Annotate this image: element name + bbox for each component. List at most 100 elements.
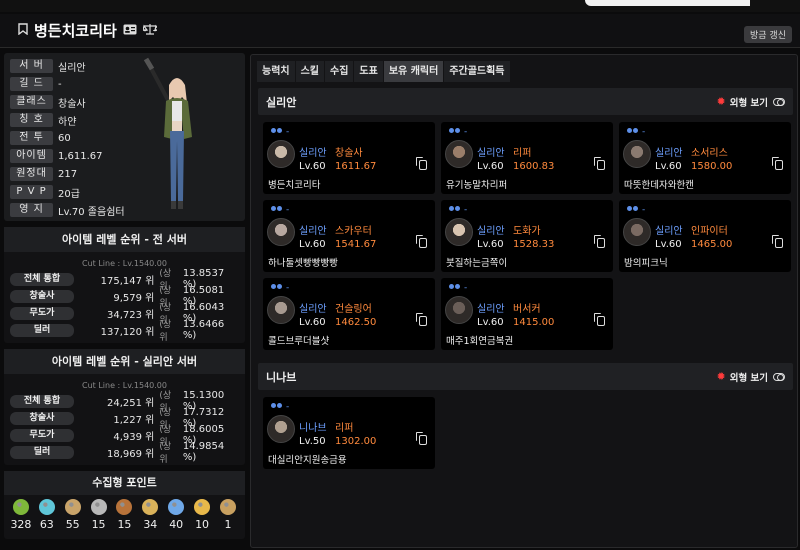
collect-item[interactable]: 63 <box>35 499 59 531</box>
character-card[interactable]: - 실리안 창술사 Lv.60 1611.67 병든치코리타 <box>263 122 435 194</box>
collect-title: 수집형 포인트 <box>4 471 245 495</box>
collect-item[interactable]: 15 <box>112 499 136 531</box>
tab-5[interactable]: 주간골드획득 <box>444 61 510 82</box>
collect-item[interactable]: 15 <box>87 499 111 531</box>
copy-icon[interactable] <box>594 157 605 170</box>
copy-icon[interactable] <box>416 235 427 248</box>
top-strip <box>0 0 800 12</box>
card-item-level: 1528.33 <box>513 239 555 250</box>
orchestra-icon <box>219 499 236 515</box>
collectible-points: 수집형 포인트 328 63 55 15 15 34 40 10 1 <box>4 471 245 539</box>
card-level: Lv.50 <box>299 436 326 447</box>
id-card-icon[interactable] <box>123 24 137 38</box>
collect-item[interactable]: 55 <box>61 499 85 531</box>
character-card[interactable]: - 실리안 스카우터 Lv.60 1541.67 하나둘셋빵빵빵빵 <box>263 200 435 272</box>
copy-icon[interactable] <box>416 157 427 170</box>
copy-icon[interactable] <box>594 235 605 248</box>
character-card[interactable]: - 실리안 소서리스 Lv.60 1580.00 따뜻한데자와한캔 <box>619 122 791 194</box>
card-item-level: 1302.00 <box>335 436 377 447</box>
card-server: 실리안 <box>477 148 505 159</box>
card-item-level: 1600.83 <box>513 161 555 172</box>
card-level: Lv.60 <box>477 317 504 328</box>
appearance-toggle[interactable]: ✹ 외형 보기 <box>717 95 785 109</box>
rank-all-cutline: Cut Line : Lv.1540.00 <box>82 259 167 268</box>
guild-info: - <box>271 205 289 215</box>
bookmark-icon[interactable] <box>18 23 28 38</box>
left-panel: 서 버 실리안 길 드- 클래스 창술사 칭 호 하얀 전 투 60 아이템 1,611.… <box>4 53 245 539</box>
profile-row-combat: 전 투 60 <box>10 131 71 145</box>
character-card[interactable]: - 실리안 리퍼 Lv.60 1600.83 유기농말차리퍼 <box>441 122 613 194</box>
guild-name: - <box>286 127 290 137</box>
copy-icon[interactable] <box>772 157 783 170</box>
profile-row-item-level: 아이템 1,611.67 <box>10 149 103 163</box>
guild-name: - <box>464 283 468 293</box>
card-server: 실리안 <box>477 226 505 237</box>
world-tree-leaf-icon <box>168 499 185 515</box>
guild-name: - <box>286 283 290 293</box>
card-level: Lv.60 <box>299 239 326 250</box>
card-class: 버서커 <box>513 304 541 315</box>
section-ninav: 니나브 ✹ 외형 보기 - 니나브 리퍼 Lv.50 1302.00 대실리안지원송금용 <box>258 363 793 469</box>
character-card[interactable]: - 실리안 도화가 Lv.60 1528.33 붓질하는금쪽이 <box>441 200 613 272</box>
guild-icon <box>271 403 283 411</box>
sun-icon: ✹ <box>716 370 726 383</box>
collect-item[interactable]: 1 <box>216 499 240 531</box>
card-class: 소서리스 <box>691 148 728 159</box>
toggle-icon[interactable] <box>773 97 785 106</box>
copy-icon[interactable] <box>594 313 605 326</box>
collect-value: 40 <box>169 518 184 531</box>
character-card[interactable]: - 실리안 버서커 Lv.60 1415.00 매주1회연금복권 <box>441 278 613 350</box>
tab-3[interactable]: 도표 <box>354 61 383 82</box>
guild-name: - <box>286 205 290 215</box>
copy-icon[interactable] <box>416 432 427 445</box>
toggle-icon[interactable] <box>773 372 785 381</box>
card-character-name: 콜드브루더블샷 <box>268 336 330 347</box>
avatar <box>623 218 651 246</box>
character-card[interactable]: - 실리안 인파이터 Lv.60 1465.00 밤의피크닉 <box>619 200 791 272</box>
card-character-name: 매주1회연금복권 <box>446 336 514 347</box>
refresh-button[interactable]: 방금 갱신 <box>744 26 792 43</box>
tab-4[interactable]: 보유 캐릭터 <box>383 61 444 82</box>
card-level: Lv.60 <box>655 239 682 250</box>
mokoko-seed-icon <box>12 499 29 515</box>
scale-icon[interactable] <box>142 23 161 38</box>
character-card[interactable]: - 실리안 건슬링어 Lv.60 1462.50 콜드브루더블샷 <box>263 278 435 350</box>
card-item-level: 1462.50 <box>335 317 377 328</box>
avatar <box>267 296 295 324</box>
collect-item[interactable]: 40 <box>164 499 188 531</box>
rank-server: 아이템 레벨 순위 - 실리안 서버 Cut Line : Lv.1540.00… <box>4 349 245 465</box>
giant-heart-icon <box>90 499 107 515</box>
card-class: 인파이터 <box>691 226 728 237</box>
character-header: 병든치코리타 방금 갱신 <box>0 14 800 48</box>
collect-item[interactable]: 10 <box>190 499 214 531</box>
avatar <box>623 140 651 168</box>
card-class: 창술사 <box>335 148 363 159</box>
card-character-name: 붓질하는금쪽이 <box>446 258 508 269</box>
section-silian: 실리안 ✹ 외형 보기 - 실리안 창술사 Lv.60 1611.67 병든치코리타 - 실리안 리퍼… <box>258 88 793 350</box>
guild-info: - <box>449 127 467 137</box>
top-banner <box>585 0 750 6</box>
guild-name: - <box>642 127 646 137</box>
guild-icon <box>627 206 639 214</box>
character-card[interactable]: - 니나브 리퍼 Lv.50 1302.00 대실리안지원송금용 <box>263 397 435 469</box>
collect-item[interactable]: 328 <box>9 499 33 531</box>
appearance-toggle[interactable]: ✹ 외형 보기 <box>716 370 785 384</box>
copy-icon[interactable] <box>772 235 783 248</box>
tab-0[interactable]: 능력치 <box>257 61 295 82</box>
card-class: 리퍼 <box>513 148 532 159</box>
tab-2[interactable]: 수집 <box>325 61 354 82</box>
collect-item[interactable]: 34 <box>138 499 162 531</box>
copy-icon[interactable] <box>416 313 427 326</box>
guild-info: - <box>627 205 645 215</box>
card-server: 니나브 <box>299 423 327 434</box>
tab-1[interactable]: 스킬 <box>295 61 325 82</box>
rank-all-servers: 아이템 레벨 순위 - 전 서버 Cut Line : Lv.1540.00 전… <box>4 227 245 343</box>
avatar <box>267 140 295 168</box>
character-image <box>143 57 192 209</box>
guild-info: - <box>627 127 645 137</box>
ignea-token-icon <box>116 499 133 515</box>
section-header: 니나브 ✹ 외형 보기 <box>258 363 793 390</box>
card-level: Lv.60 <box>299 161 326 172</box>
rank-server-cutline: Cut Line : Lv.1540.00 <box>82 381 167 390</box>
card-item-level: 1465.00 <box>691 239 733 250</box>
